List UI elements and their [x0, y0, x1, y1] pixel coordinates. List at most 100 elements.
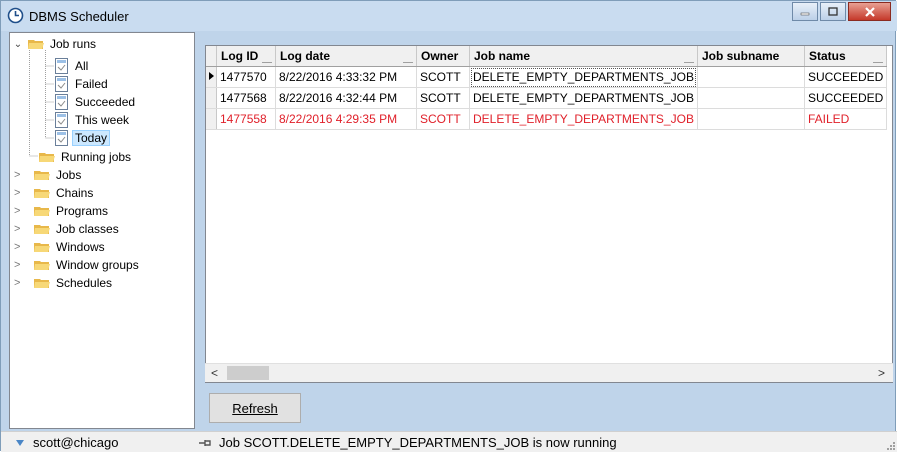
cell-status[interactable]: SUCCEEDED: [804, 66, 888, 88]
tree-item-succeeded[interactable]: Succeeded: [55, 93, 138, 111]
cell-job-name[interactable]: DELETE_EMPTY_DEPARTMENTS_JOB: [469, 66, 698, 88]
job-log-grid[interactable]: Log ID Log date Owner Job name Job subna…: [205, 45, 893, 383]
table-row[interactable]: 1477568 8/22/2016 4:32:44 PM SCOTT DELET…: [206, 87, 888, 109]
tree-label-jobs: Jobs: [56, 168, 82, 182]
cell-log-date[interactable]: 8/22/2016 4:29:35 PM: [275, 108, 417, 130]
cell-job-subname[interactable]: [697, 108, 805, 130]
folder-icon: [39, 153, 55, 162]
scroll-right-icon[interactable]: >: [878, 366, 885, 380]
chevron-right-icon[interactable]: >: [14, 223, 28, 235]
tree-item-running-jobs[interactable]: Running jobs: [39, 148, 134, 166]
connection-label: scott@chicago: [33, 435, 119, 450]
tree-item-all[interactable]: All: [55, 57, 91, 75]
cell-status[interactable]: SUCCEEDED: [804, 87, 888, 109]
connection-selector[interactable]: scott@chicago: [15, 435, 118, 450]
tree-item-windows[interactable]: > Windows: [14, 238, 108, 256]
tree-label-windows: Windows: [56, 240, 105, 254]
cell-log-id[interactable]: 1477558: [216, 108, 276, 130]
pin-icon: [199, 439, 211, 446]
column-label: Job subname: [701, 49, 780, 63]
horizontal-scrollbar[interactable]: < >: [205, 363, 893, 382]
column-header-job-name[interactable]: Job name: [469, 46, 698, 67]
tree-item-job-runs[interactable]: ⌄ Job runs: [12, 35, 99, 53]
cell-log-id[interactable]: 1477568: [216, 87, 276, 109]
cell-owner[interactable]: SCOTT: [416, 66, 470, 88]
cell-status[interactable]: FAILED: [804, 108, 888, 130]
tree-item-this-week[interactable]: This week: [55, 111, 132, 129]
row-indicator: [206, 87, 217, 109]
column-header-job-subname[interactable]: Job subname: [697, 46, 805, 67]
tree-item-job-classes[interactable]: > Job classes: [14, 220, 122, 238]
table-row[interactable]: 1477570 8/22/2016 4:33:32 PM SCOTT DELET…: [206, 66, 888, 88]
grid-header-row: Log ID Log date Owner Job name Job subna…: [206, 46, 888, 67]
report-icon: [55, 58, 68, 74]
report-icon: [55, 94, 68, 110]
tree-item-schedules[interactable]: > Schedules: [14, 274, 115, 292]
column-header-log-id[interactable]: Log ID: [216, 46, 276, 67]
tree-label-window-groups: Window groups: [56, 258, 139, 272]
tree-item-today[interactable]: Today: [55, 129, 111, 147]
folder-icon: [34, 189, 50, 198]
cell-owner[interactable]: SCOTT: [416, 108, 470, 130]
tree-item-programs[interactable]: > Programs: [14, 202, 111, 220]
column-label: Owner: [421, 49, 459, 63]
cell-job-name[interactable]: DELETE_EMPTY_DEPARTMENTS_JOB: [469, 87, 698, 109]
cell-job-name[interactable]: DELETE_EMPTY_DEPARTMENTS_JOB: [469, 108, 698, 130]
minimize-icon: [800, 12, 810, 15]
tree-label-today: Today: [72, 130, 111, 146]
cell-log-date[interactable]: 8/22/2016 4:32:44 PM: [275, 87, 417, 109]
tree-label-schedules: Schedules: [56, 276, 113, 290]
tree-label-all: All: [75, 59, 89, 73]
status-bar: scott@chicago Job SCOTT.DELETE_EMPTY_DEP…: [1, 431, 897, 452]
column-header-log-date[interactable]: Log date: [275, 46, 417, 67]
column-header-owner[interactable]: Owner: [416, 46, 470, 67]
tree-item-failed[interactable]: Failed: [55, 75, 111, 93]
cell-job-subname[interactable]: [697, 66, 805, 88]
tree-label-programs: Programs: [56, 204, 109, 218]
report-icon: [55, 130, 68, 146]
cell-owner[interactable]: SCOTT: [416, 87, 470, 109]
clock-icon: [7, 7, 24, 24]
folder-icon: [34, 207, 50, 216]
column-label: Log ID: [221, 49, 259, 63]
tree-label-failed: Failed: [75, 77, 108, 91]
resize-grip-icon[interactable]: [885, 440, 895, 450]
tree-label-job-runs: Job runs: [50, 37, 97, 51]
chevron-right-icon[interactable]: >: [14, 259, 28, 271]
report-icon: [55, 112, 68, 128]
current-row-indicator: [206, 66, 217, 88]
status-message: Job SCOTT.DELETE_EMPTY_DEPARTMENTS_JOB i…: [199, 435, 617, 450]
chevron-right-icon[interactable]: >: [14, 241, 28, 253]
chevron-down-icon[interactable]: ⌄: [12, 39, 24, 50]
maximize-button[interactable]: [820, 2, 846, 21]
row-indicator-header: [206, 46, 217, 67]
chevron-right-icon[interactable]: >: [14, 205, 28, 217]
title-bar[interactable]: DBMS Scheduler: [1, 1, 897, 31]
minimize-button[interactable]: [792, 2, 818, 21]
tree-label-succeeded: Succeeded: [75, 95, 136, 109]
column-label: Log date: [280, 49, 330, 63]
tree-item-window-groups[interactable]: > Window groups: [14, 256, 142, 274]
folder-open-icon: [28, 40, 44, 49]
tree-item-chains[interactable]: > Chains: [14, 184, 96, 202]
folder-icon: [34, 243, 50, 252]
chevron-right-icon[interactable]: >: [14, 277, 28, 289]
column-header-status[interactable]: Status: [804, 46, 888, 67]
dbms-scheduler-window: DBMS Scheduler ⌄ Job runs All Failed Suc…: [0, 0, 897, 452]
table-row[interactable]: 1477558 8/22/2016 4:29:35 PM SCOTT DELET…: [206, 108, 888, 130]
chevron-right-icon[interactable]: >: [14, 169, 28, 181]
cell-job-subname[interactable]: [697, 87, 805, 109]
navigation-tree[interactable]: ⌄ Job runs All Failed Succeeded This wee…: [9, 32, 195, 429]
scroll-left-icon[interactable]: <: [211, 366, 218, 380]
column-label: Status: [808, 49, 846, 63]
tree-label-running-jobs: Running jobs: [61, 150, 132, 164]
close-button[interactable]: [848, 2, 891, 21]
scroll-thumb[interactable]: [227, 366, 269, 380]
cell-log-id[interactable]: 1477570: [216, 66, 276, 88]
triangle-down-icon: [16, 439, 24, 446]
chevron-right-icon[interactable]: >: [14, 187, 28, 199]
tree-label-chains: Chains: [56, 186, 94, 200]
refresh-button[interactable]: Refresh: [209, 393, 301, 423]
tree-item-jobs[interactable]: > Jobs: [14, 166, 84, 184]
cell-log-date[interactable]: 8/22/2016 4:33:32 PM: [275, 66, 417, 88]
